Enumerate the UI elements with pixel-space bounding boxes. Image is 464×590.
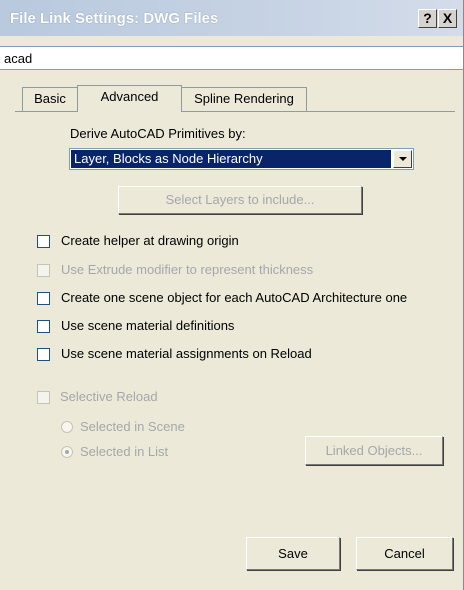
tab-spline-rendering[interactable]: Spline Rendering	[181, 87, 307, 111]
help-button[interactable]: ?	[418, 9, 437, 28]
linked-objects-button[interactable]: Linked Objects...	[305, 436, 443, 465]
selective-reload-label: Selective Reload	[60, 389, 158, 404]
derive-primitives-value: Layer, Blocks as Node Hierarchy	[71, 150, 391, 168]
selective-reload-checkbox[interactable]	[37, 391, 50, 404]
file-link-settings-dialog: File Link Settings: DWG Files ? X acad B…	[0, 0, 464, 590]
cancel-button[interactable]: Cancel	[356, 537, 453, 570]
create-helper-checkbox[interactable]	[37, 235, 50, 248]
tab-advanced[interactable]: Advanced	[77, 85, 182, 112]
derive-label: Derive AutoCAD Primitives by:	[70, 126, 246, 141]
title-bar[interactable]: File Link Settings: DWG Files ? X	[0, 0, 463, 36]
file-name-field[interactable]: acad	[0, 46, 463, 70]
scene-material-definitions-checkbox[interactable]	[37, 320, 50, 333]
scene-material-assignments-label: Use scene material assignments on Reload	[61, 346, 312, 361]
selected-in-list-label: Selected in List	[80, 444, 169, 459]
window-title: File Link Settings: DWG Files	[10, 10, 219, 27]
extrude-modifier-checkbox[interactable]	[37, 264, 50, 277]
tab-basic[interactable]: Basic	[22, 87, 78, 111]
scene-object-per-aca-label: Create one scene object for each AutoCAD…	[61, 290, 408, 305]
selected-in-list-radio[interactable]	[61, 446, 73, 458]
scene-object-per-aca-checkbox[interactable]	[37, 292, 50, 305]
create-helper-label: Create helper at drawing origin	[61, 233, 239, 248]
selected-in-scene-label: Selected in Scene	[80, 419, 185, 434]
scene-material-assignments-checkbox[interactable]	[37, 348, 50, 361]
derive-primitives-select[interactable]: Layer, Blocks as Node Hierarchy	[69, 148, 414, 170]
dropdown-arrow-icon[interactable]	[393, 150, 412, 168]
selected-in-scene-radio[interactable]	[61, 421, 73, 433]
close-button[interactable]: X	[438, 9, 457, 28]
extrude-modifier-label: Use Extrude modifier to represent thickn…	[61, 262, 314, 277]
save-button[interactable]: Save	[246, 537, 340, 570]
select-layers-button[interactable]: Select Layers to include...	[118, 186, 362, 214]
scene-material-definitions-label: Use scene material definitions	[61, 318, 235, 333]
